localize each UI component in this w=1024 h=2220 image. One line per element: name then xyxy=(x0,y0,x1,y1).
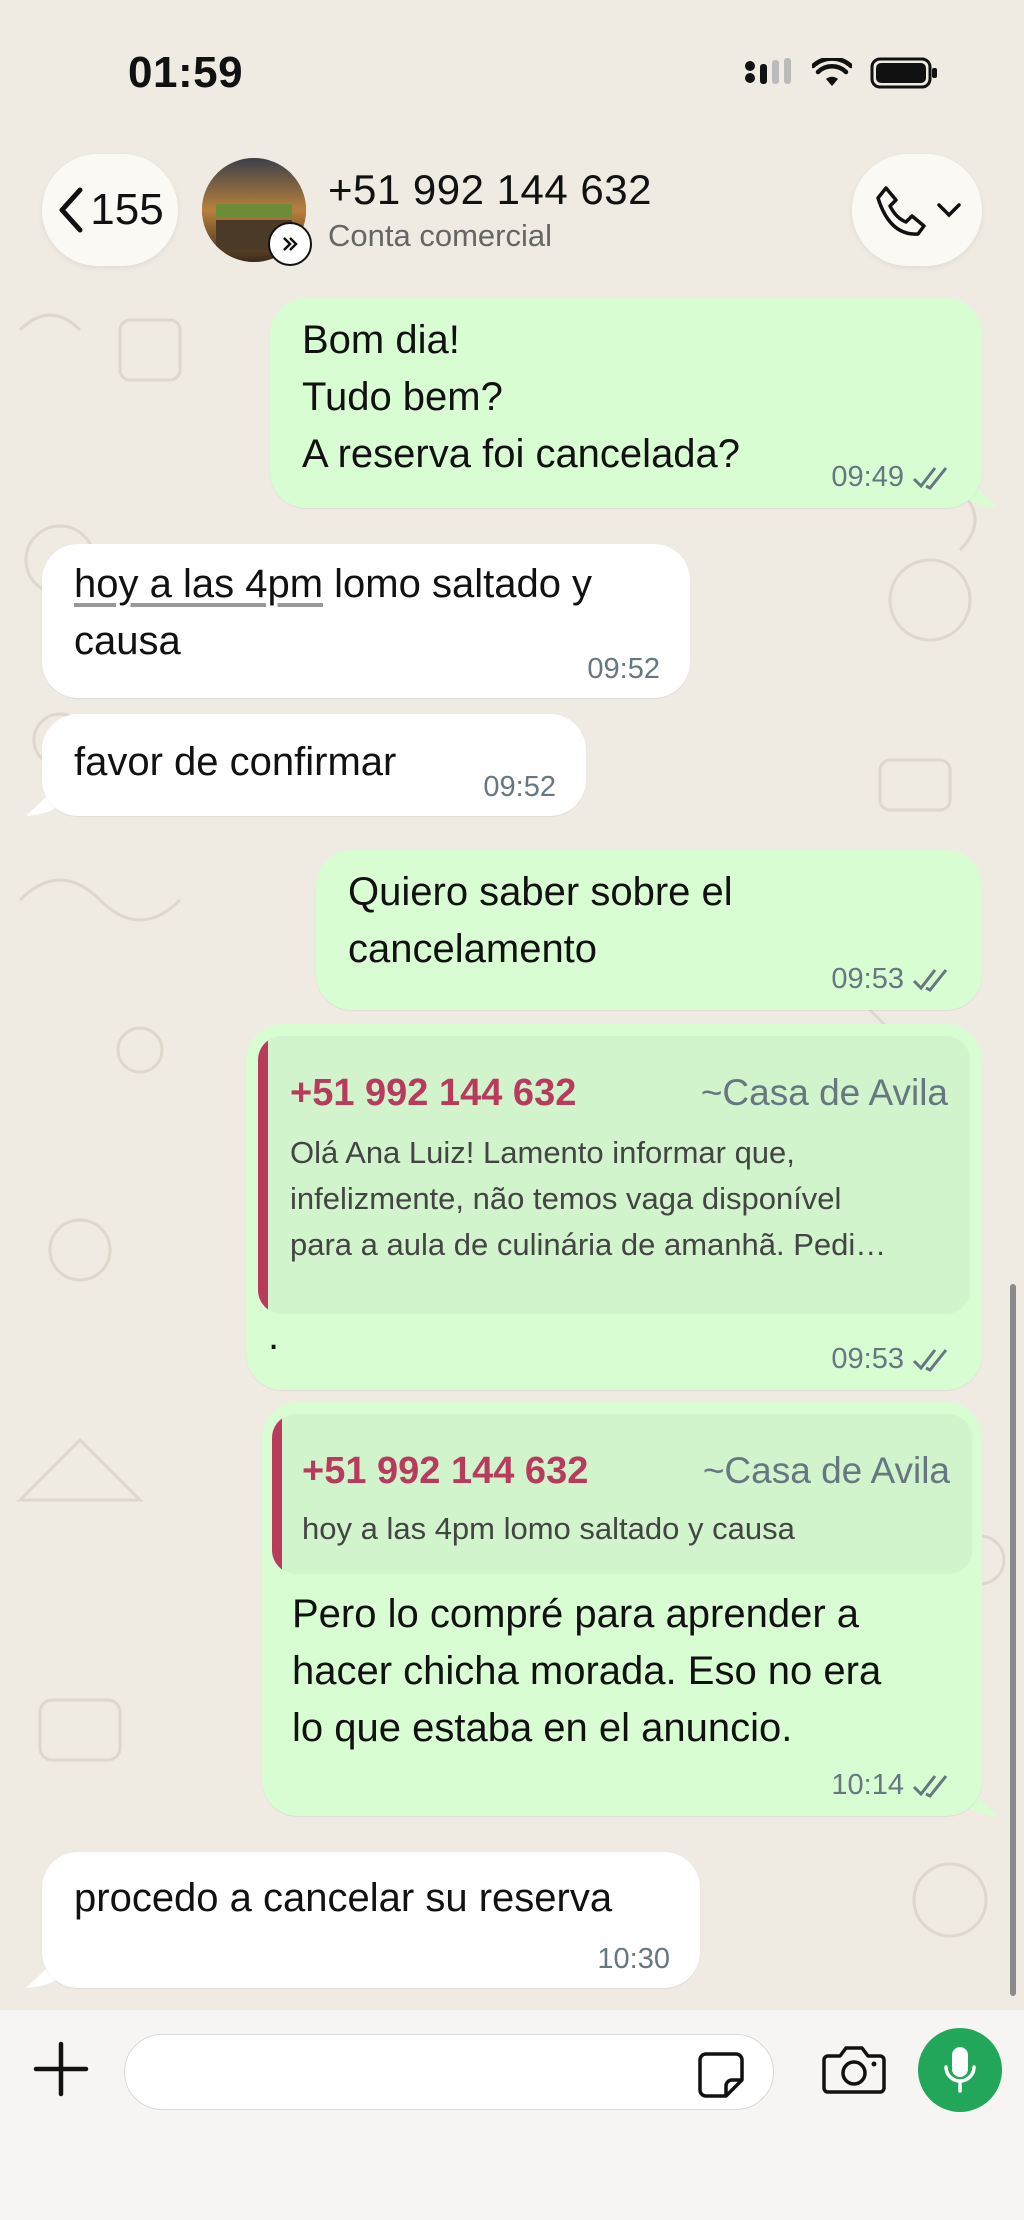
quote-alias: ~Casa de Avila xyxy=(702,1450,950,1491)
back-chevron-icon xyxy=(59,187,83,233)
business-badge-icon xyxy=(268,222,312,266)
status-bar: 01:59 xyxy=(0,0,1024,140)
plus-icon[interactable] xyxy=(30,2038,92,2100)
message-time: 09:49 xyxy=(831,461,904,493)
message-link[interactable]: hoy a las 4pm xyxy=(74,562,323,606)
contact-name[interactable]: +51 992 144 632 xyxy=(328,166,652,214)
quote-author: +51 992 144 632 xyxy=(302,1450,589,1492)
message-text: Pero lo compré para aprender a hacer chi… xyxy=(292,1592,882,1750)
message-time: 10:14 xyxy=(831,1769,904,1801)
message-outgoing[interactable]: +51 992 144 632 ~Casa de Avila Olá Ana L… xyxy=(246,1024,982,1390)
message-text: favor de confirmar xyxy=(74,740,397,784)
sticker-icon[interactable] xyxy=(696,2050,746,2100)
message-outgoing[interactable]: Bom dia! Tudo bem? A reserva foi cancela… xyxy=(270,298,982,508)
message-time: 09:53 xyxy=(831,1343,904,1375)
phone-icon xyxy=(876,186,926,236)
voice-record-button[interactable] xyxy=(918,2028,1002,2112)
call-button[interactable] xyxy=(852,154,982,266)
message-text: . xyxy=(268,1314,280,1358)
battery-icon xyxy=(870,57,937,89)
read-receipt-icon xyxy=(912,968,948,992)
quote-accent-bar xyxy=(258,1036,268,1314)
message-text: Bom dia! Tudo bem? A reserva foi cancela… xyxy=(302,318,741,476)
message-incoming[interactable]: favor de confirmar 09:52 xyxy=(42,714,586,816)
contact-subtitle: Conta comercial xyxy=(328,218,552,253)
quote-author: +51 992 144 632 xyxy=(290,1072,577,1114)
quoted-message[interactable]: +51 992 144 632 ~Casa de Avila hoy a las… xyxy=(272,1414,972,1574)
back-button[interactable]: 155 xyxy=(42,154,178,266)
quoted-message[interactable]: +51 992 144 632 ~Casa de Avila Olá Ana L… xyxy=(258,1036,970,1314)
message-incoming[interactable]: procedo a cancelar su reserva 10:30 xyxy=(42,1852,700,1988)
chevron-down-icon xyxy=(937,203,961,218)
message-time: 09:52 xyxy=(587,653,660,685)
quote-accent-bar xyxy=(272,1414,282,1574)
read-receipt-icon xyxy=(912,466,948,490)
message-time: 10:30 xyxy=(597,1943,670,1975)
message-incoming[interactable]: hoy a las 4pm lomo saltado y causa 09:52 xyxy=(42,544,690,698)
message-text: Quiero saber sobre el cancelamento xyxy=(348,870,733,971)
message-time: 09:53 xyxy=(831,963,904,995)
read-receipt-icon xyxy=(912,1348,948,1372)
message-time: 09:52 xyxy=(483,771,556,803)
message-input[interactable] xyxy=(153,2035,677,2109)
message-outgoing[interactable]: +51 992 144 632 ~Casa de Avila hoy a las… xyxy=(262,1402,982,1816)
quote-text: hoy a las 4pm lomo saltado y causa xyxy=(302,1511,795,1546)
microphone-icon xyxy=(944,2047,976,2093)
wifi-icon xyxy=(812,58,852,86)
quote-alias: ~Casa de Avila xyxy=(700,1072,948,1113)
message-text: procedo a cancelar su reserva xyxy=(74,1876,613,1920)
read-receipt-icon xyxy=(912,1774,948,1798)
chat-scrollbar[interactable] xyxy=(1010,1284,1016,1996)
status-time: 01:59 xyxy=(128,48,244,97)
quote-text: Olá Ana Luiz! Lamento informar que, infe… xyxy=(290,1135,887,1262)
unread-count: 155 xyxy=(90,185,164,234)
signal-icon xyxy=(745,58,791,84)
camera-icon[interactable] xyxy=(822,2042,886,2096)
message-input-container[interactable] xyxy=(124,2034,774,2110)
message-outgoing[interactable]: Quiero saber sobre el cancelamento 09:53 xyxy=(316,850,982,1010)
